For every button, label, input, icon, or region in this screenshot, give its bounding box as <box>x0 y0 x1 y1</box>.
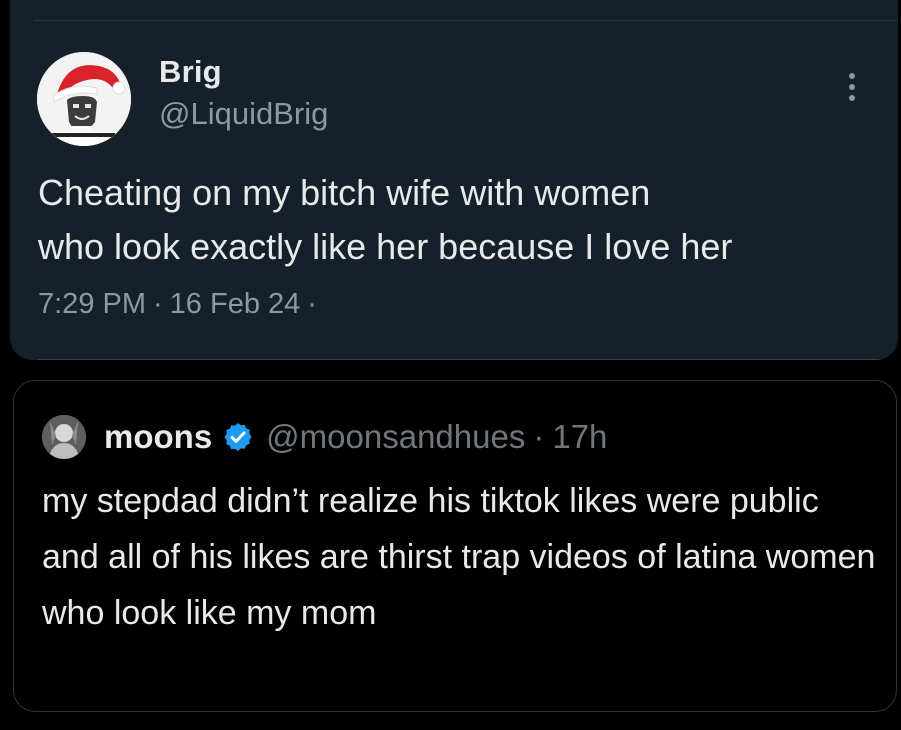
quoted-tweet-header: moons @moonsandhues · 17h <box>104 415 607 459</box>
separator-dot: · <box>533 418 545 455</box>
separator-dot: · <box>307 288 317 320</box>
relative-time[interactable]: 17h <box>552 418 607 456</box>
tweet-metadata: 7:29 PM · 16 Feb 24 · <box>38 288 324 321</box>
more-options-button[interactable] <box>836 66 868 110</box>
tweet-time[interactable]: 7:29 PM <box>38 288 146 321</box>
quoted-tweet-card[interactable]: moons @moonsandhues · 17h my stepdad did… <box>13 380 897 712</box>
quoted-tweet-text: my stepdad didn’t realize his tiktok lik… <box>42 482 876 632</box>
avatar[interactable] <box>42 415 86 459</box>
tweet-date[interactable]: 16 Feb 24 <box>170 288 301 321</box>
verified-badge-icon <box>222 421 254 453</box>
tweet-card[interactable]: Brig @LiquidBrig Cheating on my bitch wi… <box>10 0 898 360</box>
avatar[interactable] <box>37 52 131 146</box>
screenshot-page: Brig @LiquidBrig Cheating on my bitch wi… <box>0 0 901 730</box>
avatar-image <box>37 52 131 146</box>
separator-dot: · <box>153 288 163 320</box>
user-handle[interactable]: @moonsandhues <box>266 418 525 456</box>
more-vertical-icon <box>849 73 855 101</box>
user-handle[interactable]: @LiquidBrig <box>159 96 328 132</box>
divider <box>38 359 898 360</box>
display-name[interactable]: Brig <box>159 54 222 90</box>
divider <box>34 20 898 21</box>
display-name[interactable]: moons <box>104 418 212 456</box>
avatar-image <box>42 415 86 459</box>
tweet-text: Cheating on my bitch wife with women who… <box>38 172 733 267</box>
